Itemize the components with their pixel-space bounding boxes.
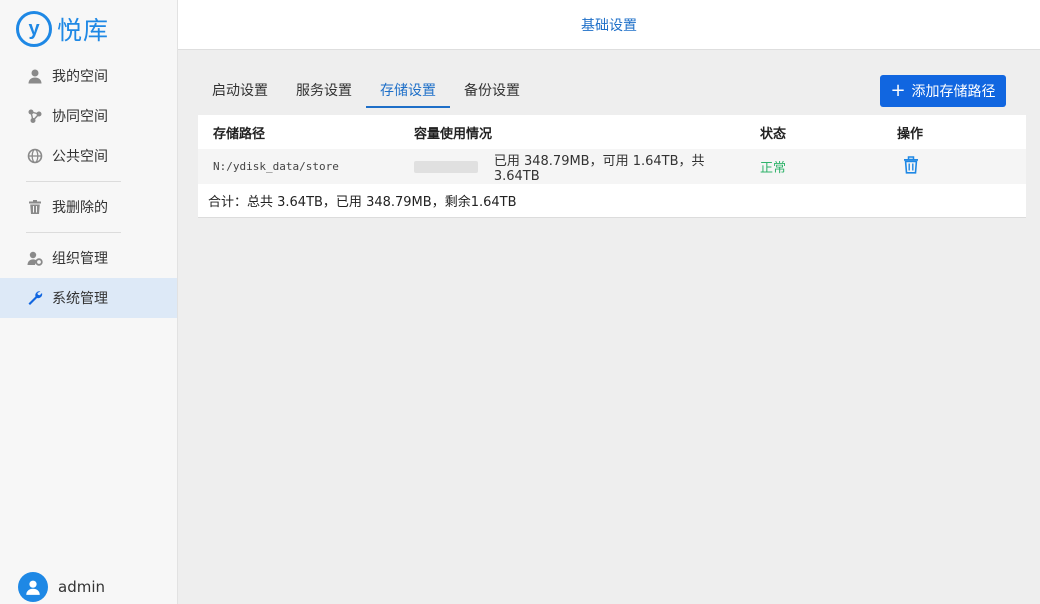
settings-tabs: 启动设置 服务设置 存储设置 备份设置 <box>198 70 534 108</box>
usage-text: 已用 348.79MB，可用 1.64TB，共 3.64TB <box>493 153 705 184</box>
sidebar-item-public-space[interactable]: 公共空间 <box>0 136 177 176</box>
table-header: 存储路径 容量使用情况 状态 操作 <box>198 115 1026 149</box>
sidebar-item-system-management[interactable]: 系统管理 <box>0 278 177 318</box>
person-icon <box>26 67 44 85</box>
logo-mark: y <box>16 11 52 47</box>
plus-icon: + <box>890 80 906 101</box>
column-header-usage: 容量使用情况 <box>414 126 493 142</box>
column-header-actions: 操作 <box>897 126 924 142</box>
delete-icon[interactable] <box>901 155 921 175</box>
tab-storage-settings[interactable]: 存储设置 <box>366 70 450 108</box>
column-header-path: 存储路径 <box>213 126 266 142</box>
column-header-status: 状态 <box>760 126 787 142</box>
actions-cell <box>883 155 1026 179</box>
sidebar-item-label: 系统管理 <box>52 291 108 307</box>
storage-table: 存储路径 容量使用情况 状态 操作 N:/ydisk_data/store 已用… <box>198 115 1026 218</box>
globe-icon <box>26 147 44 165</box>
usage-cell: 已用 348.79MB，可用 1.64TB，共 3.64TB <box>399 150 746 184</box>
storage-path: N:/ydisk_data/store <box>213 160 339 173</box>
avatar <box>18 572 48 602</box>
sidebar: y 悦库 我的空间 协同空间 公共空间 我删除的 组织管理 系统管理 admin <box>0 0 178 604</box>
sidebar-item-label: 我的空间 <box>52 69 108 85</box>
user-settings-icon <box>26 249 44 267</box>
sidebar-item-label: 协同空间 <box>52 109 108 125</box>
sidebar-item-my-space[interactable]: 我的空间 <box>0 56 177 96</box>
status-badge: 正常 <box>760 161 787 176</box>
tab-service-settings[interactable]: 服务设置 <box>282 70 366 108</box>
tab-startup-settings[interactable]: 启动设置 <box>198 70 282 108</box>
sidebar-item-org-management[interactable]: 组织管理 <box>0 238 177 278</box>
usage-progress-bar <box>414 160 478 173</box>
table-row: N:/ydisk_data/store 已用 348.79MB，可用 1.64T… <box>198 149 1026 184</box>
nav-divider <box>26 181 121 182</box>
add-storage-path-button[interactable]: + 添加存储路径 <box>880 75 1006 107</box>
sidebar-item-label: 我删除的 <box>52 200 108 216</box>
sidebar-nav: 我的空间 协同空间 公共空间 我删除的 组织管理 系统管理 <box>0 56 177 318</box>
add-storage-path-label: 添加存储路径 <box>911 84 996 100</box>
page-title[interactable]: 基础设置 <box>581 15 637 35</box>
storage-summary: 合计：总共 3.64TB，已用 348.79MB，剩余1.64TB <box>198 184 1026 218</box>
sidebar-item-label: 公共空间 <box>52 149 108 165</box>
user-menu[interactable]: admin <box>18 572 105 602</box>
tab-backup-settings[interactable]: 备份设置 <box>450 70 534 108</box>
app-logo[interactable]: y 悦库 <box>16 10 109 48</box>
nav-divider <box>26 232 121 233</box>
wrench-icon <box>26 289 44 307</box>
sidebar-item-collab-space[interactable]: 协同空间 <box>0 96 177 136</box>
logo-text: 悦库 <box>57 16 110 45</box>
user-name: admin <box>58 578 105 596</box>
sidebar-item-label: 组织管理 <box>52 251 108 267</box>
sidebar-item-deleted[interactable]: 我删除的 <box>0 187 177 227</box>
header: 基础设置 <box>178 0 1040 50</box>
share-icon <box>26 107 44 125</box>
trash-icon <box>26 198 44 216</box>
